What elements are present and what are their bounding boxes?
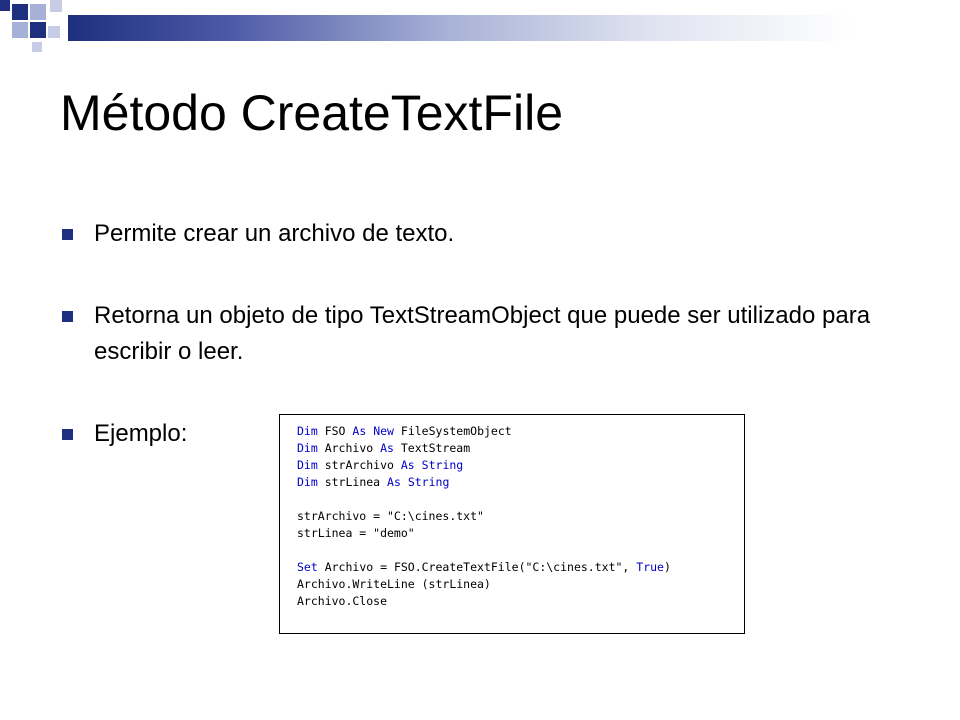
code-keyword: As: [380, 441, 394, 455]
code-keyword: Dim: [297, 458, 318, 472]
code-line: Set Archivo = FSO.CreateTextFile("C:\cin…: [297, 559, 744, 576]
code-text: Archivo = FSO.CreateTextFile("C:\cines.t…: [317, 560, 637, 574]
code-line: Dim Archivo As TextStream: [297, 440, 744, 457]
square-bullet-icon: [62, 229, 73, 240]
code-line: Archivo.Close: [297, 593, 744, 610]
decorative-square: [50, 0, 62, 12]
code-text: FSO: [317, 424, 353, 438]
code-keyword: As: [387, 475, 401, 489]
code-text: strLinea: [317, 475, 388, 489]
code-line: Dim FSO As New FileSystemObject: [297, 423, 744, 440]
slide-title: Método CreateTextFile: [60, 85, 564, 141]
code-text: strArchivo: [317, 458, 401, 472]
decorative-header: [0, 0, 960, 56]
decorative-square: [0, 0, 10, 11]
square-bullet-icon: [62, 429, 73, 440]
code-keyword: As: [352, 424, 367, 438]
code-keyword: New: [373, 424, 394, 438]
code-line: strArchivo = "C:\cines.txt": [297, 508, 744, 525]
decorative-square: [12, 4, 28, 20]
code-text: FileSystemObject: [393, 424, 512, 438]
code-keyword: Dim: [297, 424, 318, 438]
code-text: Archivo.WriteLine (strLinea): [297, 577, 491, 591]
bullet-item: Permite crear un archivo de texto.: [60, 216, 900, 252]
square-bullet-icon: [62, 311, 73, 322]
code-line: Archivo.WriteLine (strLinea): [297, 576, 744, 593]
bullet-text: Permite crear un archivo de texto.: [94, 220, 455, 247]
code-keyword: String: [407, 475, 450, 489]
code-example-box: Dim FSO As New FileSystemObject Dim Archi…: [279, 414, 745, 634]
code-line: Dim strLinea As String: [297, 474, 744, 491]
code-text: strArchivo = "C:\cines.txt": [297, 509, 484, 523]
header-gradient-bar: [68, 15, 960, 41]
decorative-square: [30, 22, 46, 38]
bullet-text: Ejemplo:: [94, 420, 188, 447]
code-line: Dim strArchivo As String: [297, 457, 744, 474]
code-keyword: Dim: [297, 441, 318, 455]
code-text: strLinea = "demo": [297, 526, 415, 540]
code-keyword: String: [421, 458, 464, 472]
bullet-item: Retorna un objeto de tipo TextStreamObje…: [60, 298, 900, 370]
code-line: strLinea = "demo": [297, 525, 744, 542]
decorative-square: [32, 42, 42, 52]
code-text: Archivo.Close: [297, 594, 388, 608]
decorative-square: [12, 22, 28, 38]
code-text: ): [663, 560, 671, 574]
decorative-square: [48, 26, 60, 38]
code-keyword: True: [636, 560, 664, 574]
code-keyword: Set: [297, 560, 318, 574]
code-text: Archivo: [317, 441, 381, 455]
code-text: TextStream: [393, 441, 471, 455]
code-keyword: Dim: [297, 475, 318, 489]
code-keyword: As: [400, 458, 415, 472]
decorative-square: [30, 4, 46, 20]
bullet-text: Retorna un objeto de tipo TextStreamObje…: [94, 302, 871, 365]
